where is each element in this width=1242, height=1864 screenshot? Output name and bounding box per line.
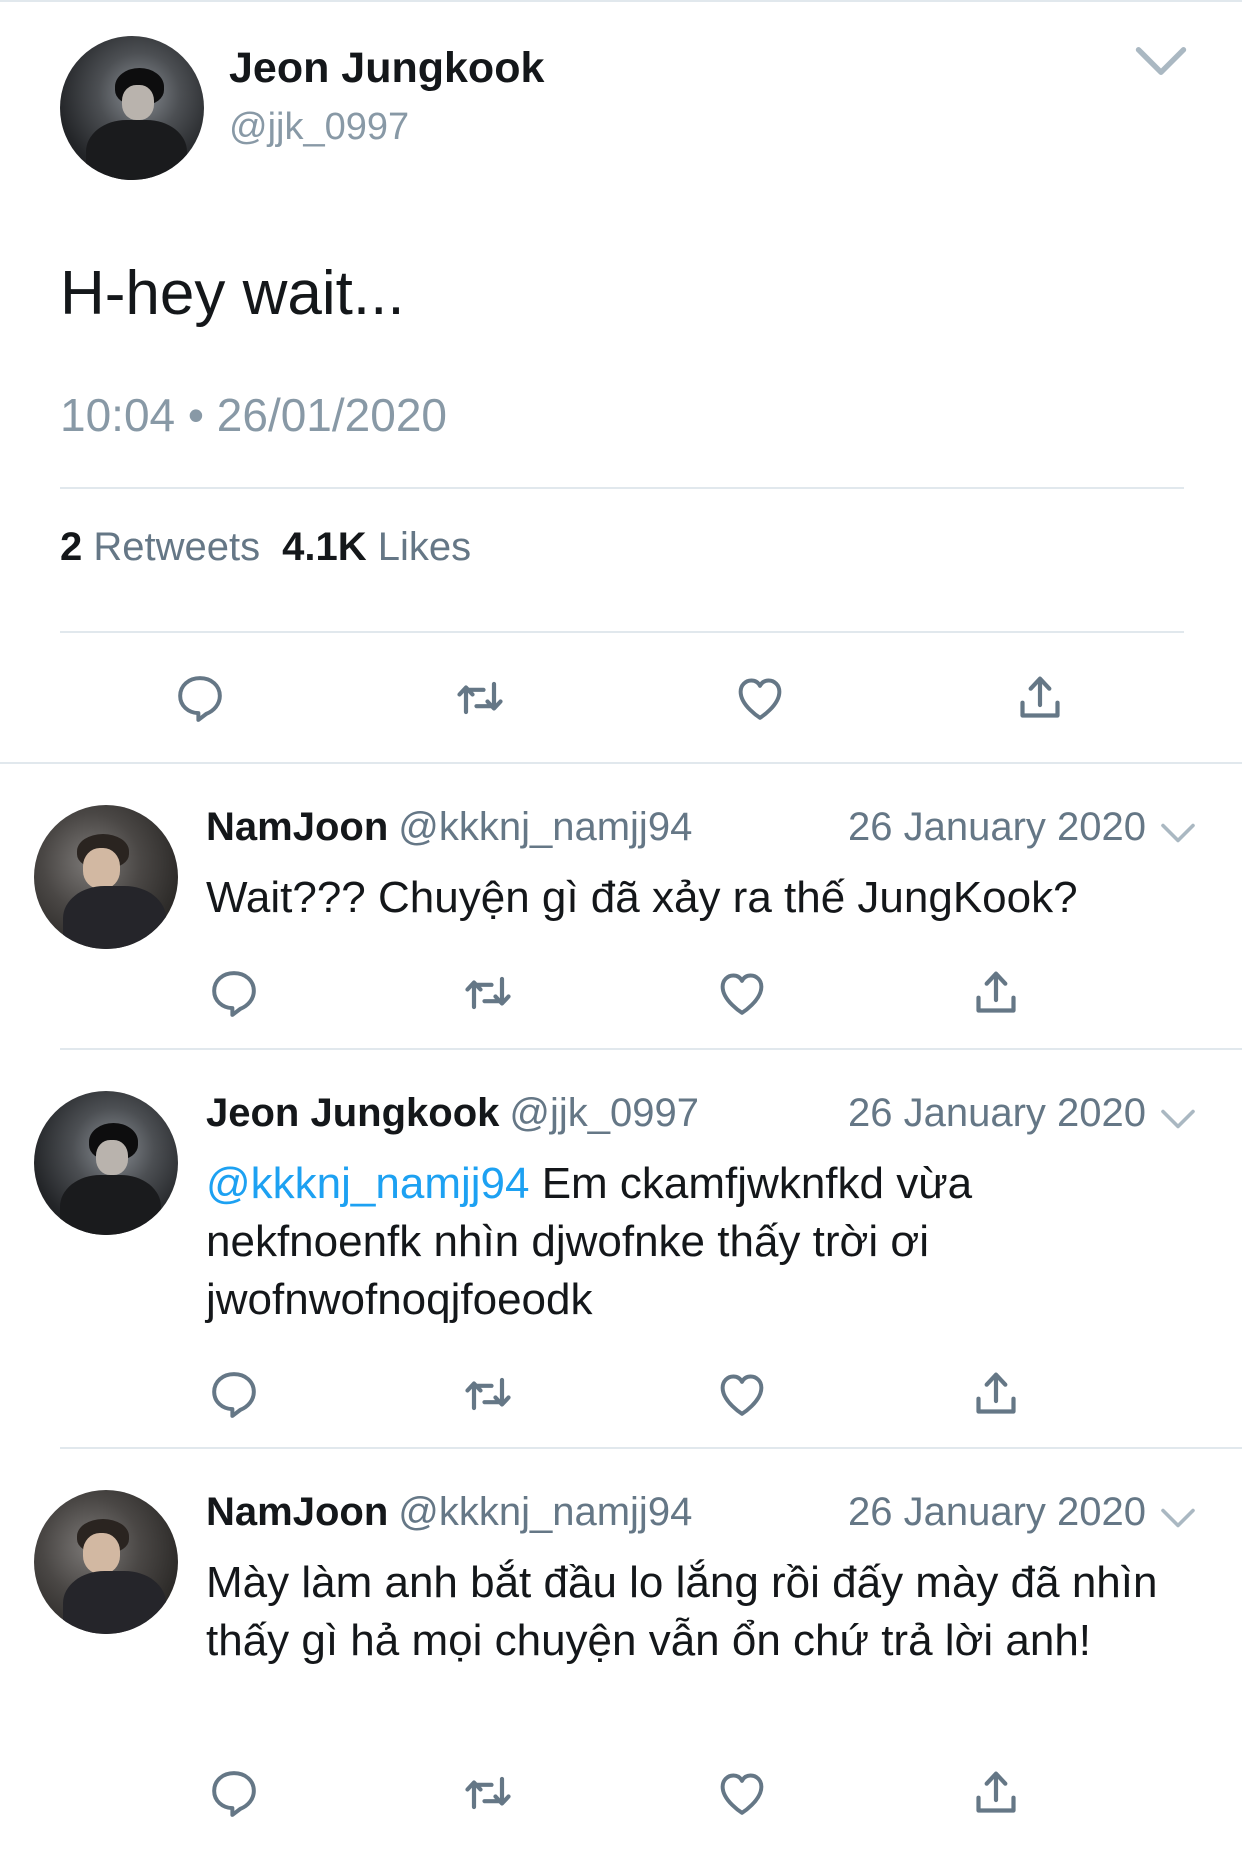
heart-icon <box>714 1366 770 1422</box>
share-icon <box>968 1366 1024 1422</box>
avatar[interactable] <box>60 36 204 180</box>
author-handle[interactable]: @jjk_0997 <box>229 106 409 149</box>
reply-icon <box>206 965 262 1021</box>
share-button[interactable] <box>1012 670 1068 726</box>
reply-text: Mày làm anh bắt đầu lo lắng rồi đấy mày … <box>206 1554 1196 1670</box>
retweet-button[interactable] <box>452 670 508 726</box>
heart-icon <box>714 1765 770 1821</box>
divider <box>60 487 1184 489</box>
retweets-stat[interactable]: 2 Retweets <box>60 525 260 569</box>
tweet-timestamp: 10:04 • 26/01/2020 <box>60 389 448 441</box>
divider <box>0 762 1242 764</box>
share-button[interactable] <box>968 965 1024 1021</box>
reply-actions <box>0 1366 1242 1426</box>
heart-icon <box>714 965 770 1021</box>
reply-date: 26 January 2020 <box>847 1091 1146 1135</box>
author-handle[interactable]: @kkknj_namjj94 <box>398 805 692 849</box>
author-name[interactable]: Jeon Jungkook <box>206 1091 499 1135</box>
divider <box>60 1048 1242 1050</box>
avatar[interactable] <box>34 1490 178 1634</box>
mention-link[interactable]: @kkknj_namjj94 <box>206 1159 529 1208</box>
share-button[interactable] <box>968 1765 1024 1821</box>
chevron-down-icon[interactable] <box>1160 1506 1196 1530</box>
retweet-button[interactable] <box>460 965 516 1021</box>
tweet-actions <box>0 670 1242 730</box>
reply-text-body: Wait??? Chuyện gì đã xảy ra thế JungKook… <box>206 873 1078 922</box>
author-name[interactable]: NamJoon <box>206 1490 388 1534</box>
reply-date: 26 January 2020 <box>847 1490 1146 1534</box>
reply-actions <box>0 965 1242 1025</box>
reply-text-body: Mày làm anh bắt đầu lo lắng rồi đấy mày … <box>206 1558 1158 1665</box>
author-handle[interactable]: @kkknj_namjj94 <box>398 1490 692 1534</box>
retweet-icon <box>460 965 516 1021</box>
likes-stat[interactable]: 4.1K Likes <box>282 525 471 569</box>
author-handle[interactable]: @jjk_0997 <box>509 1091 699 1135</box>
author-name[interactable]: NamJoon <box>206 805 388 849</box>
tweet-stats: 2 Retweets 4.1K Likes <box>60 525 471 570</box>
heart-icon <box>732 670 788 726</box>
like-button[interactable] <box>714 1366 770 1422</box>
reply-header: NamJoon @kkknj_namjj94 <box>206 1490 692 1535</box>
divider <box>60 1447 1242 1449</box>
divider <box>60 631 1184 633</box>
reply-button[interactable] <box>172 670 228 726</box>
share-button[interactable] <box>968 1366 1024 1422</box>
author-name[interactable]: Jeon Jungkook <box>229 44 544 93</box>
like-button[interactable] <box>732 670 788 726</box>
reply-date: 26 January 2020 <box>847 805 1146 849</box>
reply-tweet[interactable]: Jeon Jungkook @jjk_0997 26 January 2020 @… <box>0 1091 1242 1441</box>
share-icon <box>968 1765 1024 1821</box>
avatar[interactable] <box>34 805 178 949</box>
chevron-down-icon[interactable] <box>1160 1107 1196 1131</box>
retweet-icon <box>460 1765 516 1821</box>
retweet-icon <box>460 1366 516 1422</box>
main-tweet: Jeon Jungkook @jjk_0997 H-hey wait... 10… <box>0 0 1242 765</box>
retweet-icon <box>452 670 508 726</box>
retweet-button[interactable] <box>460 1366 516 1422</box>
retweets-count: 2 <box>60 525 83 569</box>
likes-label: Likes <box>377 525 472 569</box>
reply-text: @kkknj_namjj94 Em ckamfjwknfkd vừa nekfn… <box>206 1155 1196 1329</box>
reply-header: NamJoon @kkknj_namjj94 <box>206 805 692 850</box>
reply-button[interactable] <box>206 1765 262 1821</box>
retweet-button[interactable] <box>460 1765 516 1821</box>
reply-tweet[interactable]: NamJoon @kkknj_namjj94 26 January 2020 Wa… <box>0 805 1242 1045</box>
like-button[interactable] <box>714 965 770 1021</box>
reply-icon <box>172 670 228 726</box>
likes-count: 4.1K <box>282 525 367 569</box>
avatar[interactable] <box>34 1091 178 1235</box>
reply-text: Wait??? Chuyện gì đã xảy ra thế JungKook… <box>206 869 1196 927</box>
tweet-text: H-hey wait... <box>60 259 405 328</box>
share-icon <box>968 965 1024 1021</box>
reply-button[interactable] <box>206 1366 262 1422</box>
reply-header: Jeon Jungkook @jjk_0997 <box>206 1091 699 1136</box>
like-button[interactable] <box>714 1765 770 1821</box>
reply-tweet[interactable]: NamJoon @kkknj_namjj94 26 January 2020 Mà… <box>0 1490 1242 1860</box>
reply-icon <box>206 1366 262 1422</box>
reply-icon <box>206 1765 262 1821</box>
chevron-down-icon[interactable] <box>1160 821 1196 845</box>
chevron-down-icon[interactable] <box>1134 44 1188 78</box>
reply-button[interactable] <box>206 965 262 1021</box>
share-icon <box>1012 670 1068 726</box>
retweets-label: Retweets <box>93 525 261 569</box>
reply-actions <box>0 1765 1242 1825</box>
